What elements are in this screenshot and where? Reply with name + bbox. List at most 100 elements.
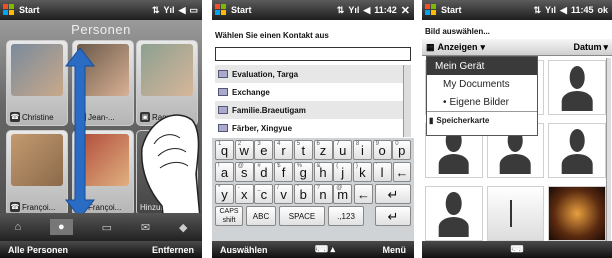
connectivity-icon: ⇅ [336,4,345,15]
contact-name: Françoi... [22,202,56,212]
memory-card-icon: ▮ [429,116,434,125]
view-dropdown[interactable]: Anzeigen [438,42,478,52]
contact-card-icon [218,70,228,78]
softkey-right[interactable]: Menü [383,245,407,255]
contact-name: Christine [22,112,54,122]
clock: 11:42 [374,5,397,15]
list-item[interactable]: Exchange [215,83,403,101]
key-r[interactable]: 4r [274,140,294,160]
key-u[interactable]: 7u [333,140,353,160]
softkey-bar: Auswählen ⌨ ▴ Menü [212,241,414,258]
key-g[interactable]: % g [293,162,313,182]
key-e[interactable]: 3e [254,140,274,160]
key-q[interactable]: 1q [215,140,234,160]
key-i[interactable]: 8i [352,140,372,160]
softkey-left[interactable]: Auswählen [220,245,268,255]
key-o[interactable]: 9o [372,140,392,160]
battery-icon: ▭ [189,4,198,15]
key-d[interactable]: # d [254,162,274,182]
app-title: Start [231,5,252,15]
mail-tab-icon[interactable]: ✉ [141,221,150,234]
keyboard-toggle-icon[interactable]: ⌨ ▴ [315,244,335,255]
windows-logo-icon[interactable] [215,4,227,16]
key-z[interactable]: 6z [313,140,333,160]
list-item[interactable]: Familie.Braeutigam [215,101,403,119]
softkey-right[interactable]: Entfernen [152,245,194,255]
image-thumbnail[interactable] [425,186,483,241]
phone-icon: ☎ [10,112,20,122]
key-j[interactable]: (j [333,162,353,182]
contact-photo [141,44,193,96]
title-bar: Start ⇅ Yıl ◀ 11:42 ✕ [212,0,414,20]
key-y[interactable]: * y [215,184,234,204]
contact-photo [11,44,63,96]
menu-item-my-pictures[interactable]: • Eigene Bilder [427,93,537,111]
abc-key[interactable]: ABC [246,206,276,226]
signal-icon: Yıl [163,5,175,15]
image-thumbnail[interactable] [548,60,606,115]
key-c[interactable]: _ c [254,184,274,204]
key-f[interactable]: $ f [274,162,294,182]
contact-tile[interactable]: ☎ Françoi... [6,130,68,216]
key-s[interactable]: @ s [234,162,254,182]
image-thumbnail[interactable] [548,186,606,241]
home-tab-icon[interactable]: ⌂ [14,221,21,233]
keyboard-toggle-icon[interactable]: ⌨ [511,244,524,255]
status-icons: ⇅ Yıl ◀ 11:42 ✕ [337,4,410,17]
contact-tile[interactable]: ☎ Christine [6,40,68,126]
contact-picker-screen: Start ⇅ Yıl ◀ 11:42 ✕ Wählen Sie einen Konta… [212,0,414,258]
grid-scrollbar[interactable] [606,58,611,241]
key-n[interactable]: ? n [313,184,333,204]
key-h[interactable]: & h [313,162,333,182]
people-screen: Start ⇅Yıl◀▭ Personen ☎Christine ☎Jean-.… [0,0,202,258]
on-screen-keyboard: 1 q 2 w 3 e 4 r 5 t 6 z 7 u 8 i 9 o 0 p ! a @ s # d $ f% g & h(j) k ' l ← *… [212,138,414,241]
menu-item-my-device[interactable]: Mein Gerät [427,57,537,75]
caps-shift-key[interactable]: CAPS shift [215,206,243,226]
space-key[interactable]: SPACE [279,206,325,226]
ok-button[interactable]: ok [597,5,608,15]
phone-icon: ☎ [10,202,20,212]
key-l[interactable]: ' l [372,162,392,182]
speaker-icon: ◀ [178,4,186,15]
search-input[interactable] [215,47,411,61]
status-icons: ⇅ Yıl ◀ ▭ [152,5,198,16]
key-x[interactable]: -x [234,184,254,204]
scroll-arrow-icon [64,48,96,218]
messages-tab-icon[interactable]: ▭ [102,221,112,234]
chevron-down-icon: ▾ [603,41,608,52]
key-p[interactable]: 0p [392,140,412,160]
status-icons: ⇅ Yıl ◀ 11:45 ok [533,5,608,16]
delete-key[interactable]: ← [354,184,373,204]
list-scrollbar[interactable] [403,65,411,137]
numbers-key[interactable]: .,123 [328,206,364,226]
list-item[interactable]: Evaluation, Targa [215,65,403,83]
key-m[interactable]: @ m [333,184,353,204]
sort-dropdown[interactable]: Datum [573,42,601,52]
key-v[interactable]: / v [274,184,294,204]
grid-view-icon: ▦ [426,41,435,52]
softkey-left[interactable]: Alle Personen [8,245,68,255]
windows-logo-icon[interactable] [425,4,437,16]
image-thumbnail[interactable] [486,186,545,241]
backspace-key[interactable]: ← [393,162,411,182]
people-tab-icon[interactable]: ● [50,219,73,235]
key-a[interactable]: ! a [215,162,234,182]
key-b[interactable]: " b [293,184,313,204]
enter-key[interactable]: ↵ [375,184,411,204]
windows-logo-icon[interactable] [3,4,15,16]
close-button[interactable]: ✕ [401,4,410,17]
page-title: Personen [71,22,131,37]
more-tab-icon[interactable]: ◆ [179,221,187,234]
image-thumbnail[interactable] [548,123,606,178]
list-item[interactable]: Färber, Xingyue [215,119,403,137]
key-w[interactable]: 2w [234,140,254,160]
enter-key-2[interactable]: ↵ [375,206,411,226]
signal-icon: Yıl [545,5,557,15]
key-k[interactable]: ) k [352,162,372,182]
toolbar: ▦ Anzeigen ▾ Datum ▾ [422,39,612,56]
contact-card-icon [218,88,228,96]
menu-item-my-documents[interactable]: My Documents [427,75,537,93]
menu-item-storage-card[interactable]: ▮ Speicherkarte [427,111,537,129]
contact-name: Färber, Xingyue [232,123,293,133]
key-t[interactable]: 5t [293,140,313,160]
